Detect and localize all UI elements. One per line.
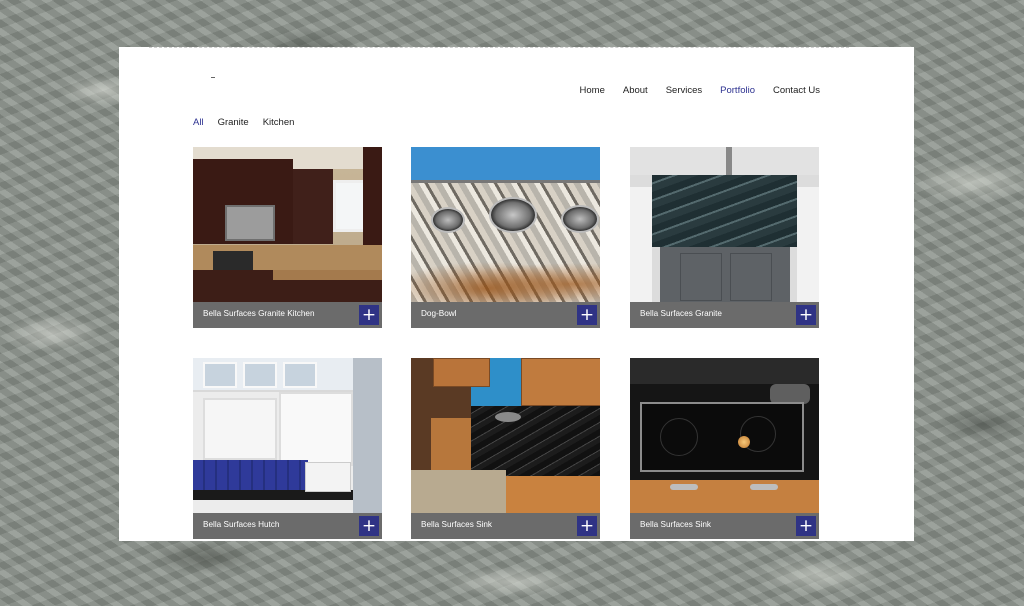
plus-icon[interactable]: + <box>359 305 379 325</box>
filter-kitchen[interactable]: Kitchen <box>263 117 295 128</box>
card-title: Bella Surfaces Granite Kitchen <box>203 309 315 318</box>
nav-contact-us[interactable]: Contact Us <box>773 85 820 96</box>
logo <box>211 77 215 78</box>
kitchen-photo <box>193 147 382 302</box>
plus-icon[interactable]: + <box>577 516 597 536</box>
filter-all[interactable]: All <box>193 117 204 128</box>
cooktop-photo <box>630 358 819 513</box>
card-caption-bar: Bella Surfaces Sink + <box>411 513 600 539</box>
portfolio-card[interactable]: Bella Surfaces Sink + <box>630 358 819 539</box>
portfolio-card[interactable]: Bella Surfaces Hutch + <box>193 358 382 539</box>
card-title: Bella Surfaces Sink <box>640 520 711 529</box>
hutch-photo <box>193 358 382 513</box>
card-caption-bar: Bella Surfaces Hutch + <box>193 513 382 539</box>
plus-icon[interactable]: + <box>359 516 379 536</box>
granite-sink-photo <box>630 147 819 302</box>
portfolio-card[interactable]: Bella Surfaces Granite Kitchen + <box>193 147 382 328</box>
nav-services[interactable]: Services <box>666 85 702 96</box>
plus-icon[interactable]: + <box>796 516 816 536</box>
dog-bowl-photo <box>411 147 600 302</box>
card-caption-bar: Dog-Bowl + <box>411 302 600 328</box>
card-caption-bar: Bella Surfaces Granite + <box>630 302 819 328</box>
top-divider <box>149 47 849 48</box>
nav-portfolio[interactable]: Portfolio <box>720 85 755 96</box>
portfolio-filters: All Granite Kitchen <box>193 117 294 128</box>
portfolio-card[interactable]: Bella Surfaces Granite + <box>630 147 819 328</box>
filter-granite[interactable]: Granite <box>218 117 249 128</box>
plus-icon[interactable]: + <box>796 305 816 325</box>
card-title: Dog-Bowl <box>421 309 457 318</box>
portfolio-page: Home About Services Portfolio Contact Us… <box>119 47 914 541</box>
portfolio-card[interactable]: Bella Surfaces Sink + <box>411 358 600 539</box>
card-title: Bella Surfaces Sink <box>421 520 492 529</box>
main-nav: Home About Services Portfolio Contact Us <box>580 85 820 96</box>
portfolio-card[interactable]: Dog-Bowl + <box>411 147 600 328</box>
nav-home[interactable]: Home <box>580 85 605 96</box>
card-title: Bella Surfaces Hutch <box>203 520 280 529</box>
plus-icon[interactable]: + <box>577 305 597 325</box>
card-caption-bar: Bella Surfaces Granite Kitchen + <box>193 302 382 328</box>
blue-wall-sink-photo <box>411 358 600 513</box>
card-title: Bella Surfaces Granite <box>640 309 722 318</box>
card-caption-bar: Bella Surfaces Sink + <box>630 513 819 539</box>
nav-about[interactable]: About <box>623 85 648 96</box>
